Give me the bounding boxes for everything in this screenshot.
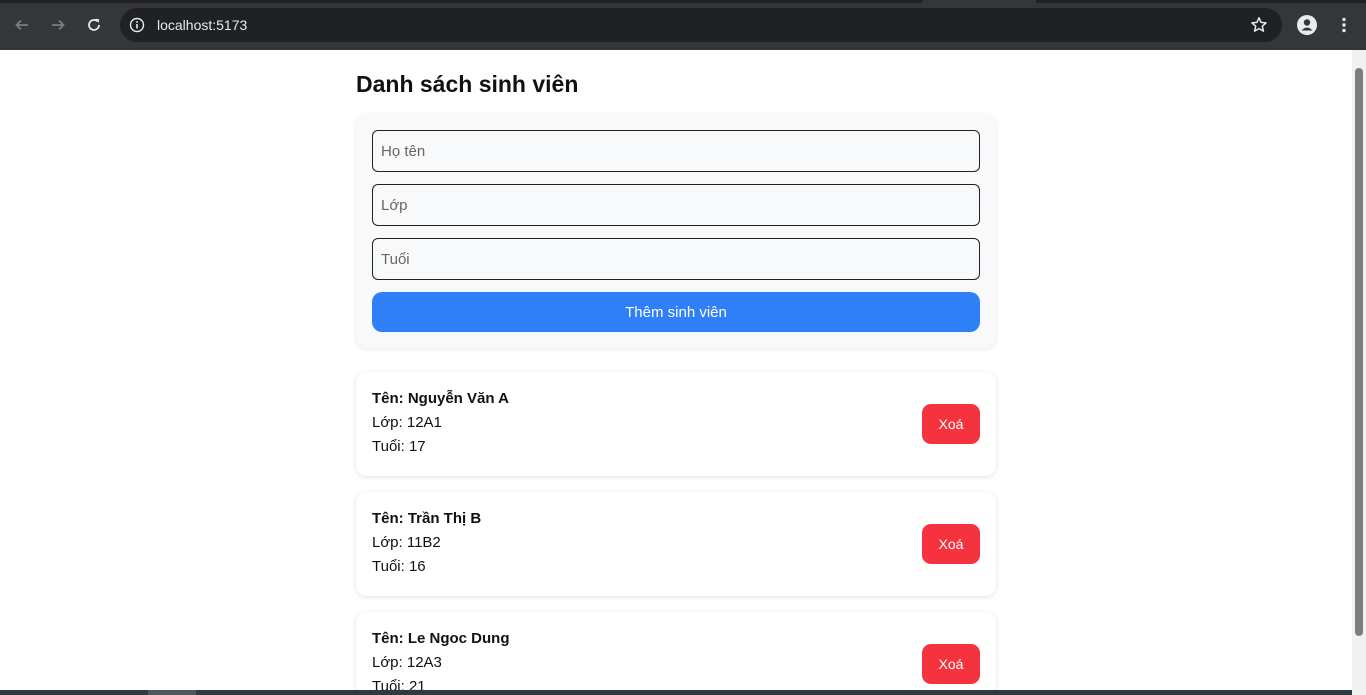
- add-student-button[interactable]: Thêm sinh viên: [372, 292, 980, 332]
- name-input[interactable]: [372, 130, 980, 172]
- tab-strip-edge: [0, 0, 922, 3]
- info-icon[interactable]: [129, 17, 145, 33]
- student-class: Lớp: 12A3: [372, 654, 442, 671]
- scrollbar-thumb[interactable]: [1355, 68, 1363, 636]
- student-card: Tên: Trần Thị B Lớp: 11B2 Tuổi: 16 Xoá: [356, 492, 996, 596]
- student-card: Tên: Le Ngoc Dung Lớp: 12A3 Tuổi: 21 Xoá: [356, 612, 996, 690]
- tab-strip-edge-right: [1036, 0, 1366, 3]
- page-title: Danh sách sinh viên: [356, 71, 579, 97]
- star-icon[interactable]: [1250, 16, 1268, 34]
- address-url[interactable]: localhost:5173: [157, 17, 247, 34]
- age-input[interactable]: [372, 238, 980, 280]
- arrow-left-icon: [15, 19, 28, 31]
- vertical-scrollbar[interactable]: [1352, 50, 1366, 695]
- student-name: Tên: Le Ngoc Dung: [372, 630, 510, 647]
- delete-student-button[interactable]: Xoá: [922, 404, 980, 444]
- class-input[interactable]: [372, 184, 980, 226]
- student-age: Tuổi: 21: [372, 678, 426, 690]
- reload-icon: [88, 18, 100, 31]
- bottom-edge: [0, 690, 1352, 695]
- bottom-edge-segment: [148, 690, 196, 695]
- student-name: Tên: Trần Thị B: [372, 510, 482, 527]
- browser-menu-button[interactable]: [1334, 15, 1354, 35]
- student-class: Lớp: 12A1: [372, 414, 442, 431]
- student-age: Tuổi: 17: [372, 438, 426, 455]
- delete-student-button[interactable]: Xoá: [922, 644, 980, 684]
- arrow-right-icon: [52, 19, 65, 31]
- student-card: Tên: Nguyễn Văn A Lớp: 12A1 Tuổi: 17 Xoá: [356, 372, 996, 476]
- person-icon: [1301, 19, 1313, 31]
- student-age: Tuổi: 16: [372, 558, 426, 575]
- add-student-form: Thêm sinh viên: [356, 114, 996, 348]
- page-viewport: Danh sách sinh viên Thêm sinh viên Tên: …: [0, 50, 1352, 690]
- student-name: Tên: Nguyễn Văn A: [372, 390, 509, 407]
- reload-button[interactable]: [82, 13, 106, 37]
- back-button[interactable]: [10, 13, 34, 37]
- browser-toolbar: localhost:5173: [0, 0, 1366, 50]
- student-class: Lớp: 11B2: [372, 534, 441, 551]
- address-bar[interactable]: localhost:5173: [120, 8, 1282, 42]
- profile-button[interactable]: [1297, 15, 1317, 35]
- delete-student-button[interactable]: Xoá: [922, 524, 980, 564]
- forward-button[interactable]: [46, 13, 70, 37]
- kebab-menu-icon: [1342, 17, 1346, 33]
